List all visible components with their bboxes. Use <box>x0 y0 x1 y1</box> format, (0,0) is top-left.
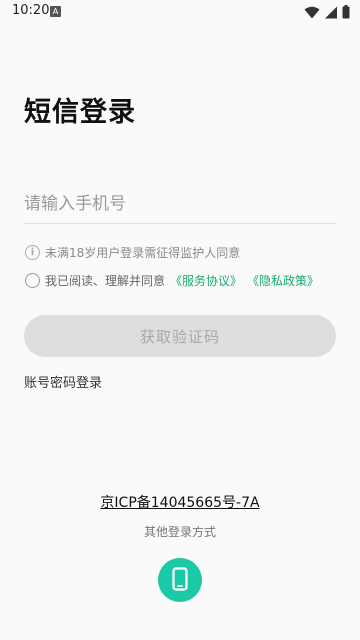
wifi-icon <box>304 4 320 23</box>
password-login-link[interactable]: 账号密码登录 <box>24 372 102 391</box>
phone-number-input[interactable] <box>24 184 336 224</box>
icp-link[interactable]: 京ICP备14045665号-7A <box>0 492 360 512</box>
agreement-checkbox[interactable] <box>25 273 40 288</box>
sms-login-screen: 10:20 A 短信登录 i 未满18岁用户登录需征得监护人同意 我已阅读、理解… <box>0 0 360 640</box>
get-code-button[interactable]: 获取验证码 <box>24 315 336 357</box>
status-time: 10:20 <box>12 3 50 18</box>
minor-notice-text: 未满18岁用户登录需征得监护人同意 <box>45 246 241 260</box>
info-icon: i <box>25 245 40 260</box>
minor-notice: i 未满18岁用户登录需征得监护人同意 <box>25 244 240 261</box>
phone-login-button[interactable] <box>158 558 202 602</box>
battery-icon <box>342 4 350 23</box>
service-agreement-link[interactable]: 《服务协议》 <box>170 272 242 289</box>
mobile-phone-icon <box>172 566 188 594</box>
page-title: 短信登录 <box>24 97 136 128</box>
other-login-label: 其他登录方式 <box>143 525 216 539</box>
a-notification-icon: A <box>50 6 61 17</box>
status-bar: 10:20 A <box>0 0 360 24</box>
status-icons <box>304 4 350 23</box>
agreement-row: 我已阅读、理解并同意 《服务协议》 《隐私政策》 <box>25 272 319 289</box>
privacy-policy-link[interactable]: 《隐私政策》 <box>247 272 319 289</box>
agreement-text: 我已阅读、理解并同意 <box>45 274 166 288</box>
cell-signal-icon <box>325 4 337 23</box>
